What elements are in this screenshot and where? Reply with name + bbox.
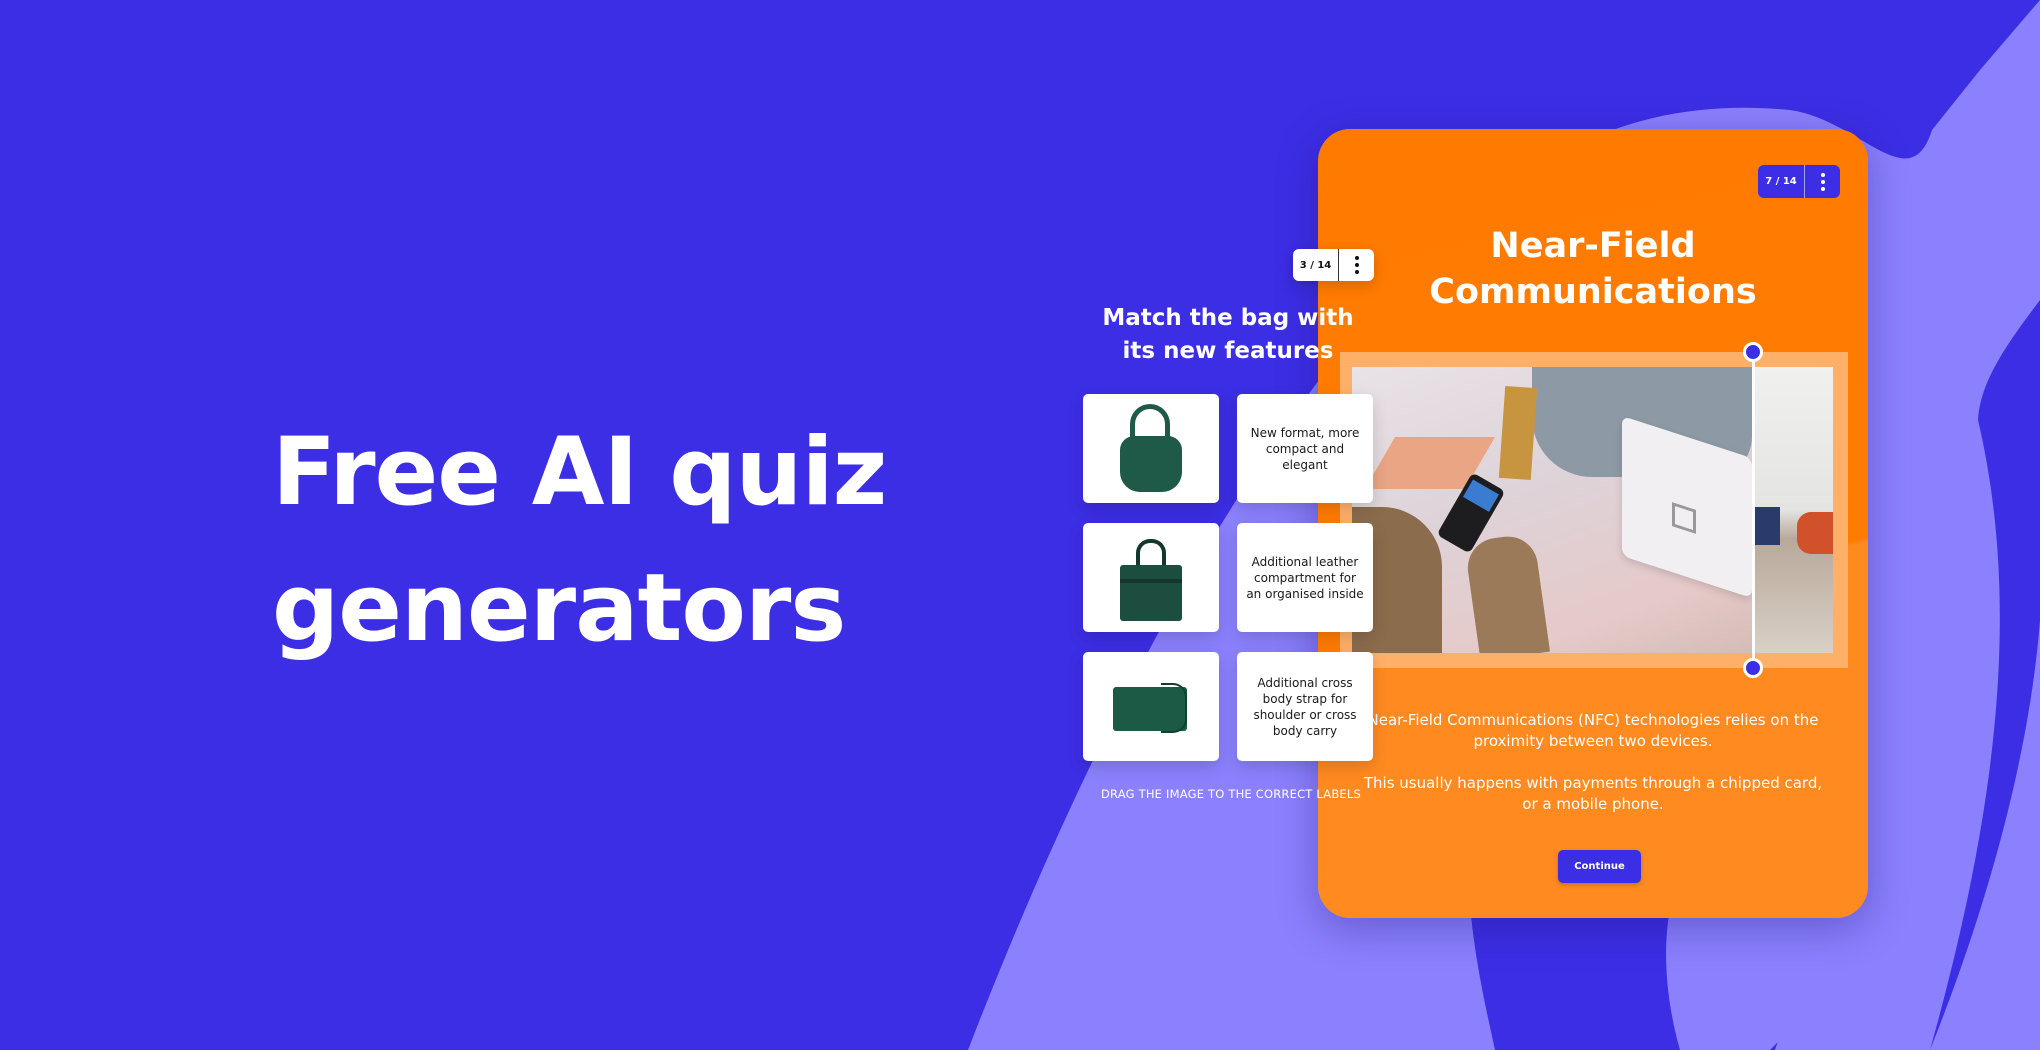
headline-line-2: generators bbox=[272, 554, 846, 663]
compare-slider-handle-bottom[interactable] bbox=[1743, 658, 1763, 678]
question-counter: 7 / 14 bbox=[1765, 176, 1797, 187]
label-tile-3[interactable]: Additional cross body strap for shoulder… bbox=[1237, 652, 1373, 761]
headline-line-1: Free AI quiz bbox=[272, 418, 887, 527]
label-tile-1[interactable]: New format, more compact and elegant bbox=[1237, 394, 1373, 503]
match-title: Match the bag with its new features bbox=[1083, 302, 1373, 368]
card-title-line-1: Near-Field bbox=[1490, 226, 1696, 266]
more-vertical-icon bbox=[1820, 172, 1825, 191]
match-options-menu-button[interactable] bbox=[1338, 249, 1374, 281]
card-title-line-2: Communications bbox=[1429, 272, 1757, 312]
hero-headline: Free AI quiz generators bbox=[272, 405, 887, 677]
draggable-image-tile-3[interactable] bbox=[1083, 652, 1219, 761]
tote-bag-image bbox=[1116, 533, 1186, 623]
body-paragraph-2: This usually happens with payments throu… bbox=[1363, 774, 1823, 813]
match-title-line-2: its new features bbox=[1122, 338, 1334, 364]
question-counter-badge: 7 / 14 bbox=[1758, 165, 1840, 198]
continue-button[interactable]: Continue bbox=[1558, 850, 1641, 883]
match-question-counter-badge: 3 / 14 bbox=[1293, 249, 1374, 281]
compare-slider-line[interactable] bbox=[1752, 352, 1755, 668]
label-tile-2[interactable]: Additional leather compartment for an or… bbox=[1237, 523, 1373, 632]
body-paragraph-1: Near-Field Communications (NFC) technolo… bbox=[1367, 711, 1819, 750]
draggable-image-tile-2[interactable] bbox=[1083, 523, 1219, 632]
hobo-bag-image bbox=[1116, 403, 1186, 494]
draggable-image-tile-1[interactable] bbox=[1083, 394, 1219, 503]
match-title-line-1: Match the bag with bbox=[1102, 305, 1354, 331]
more-vertical-icon bbox=[1354, 256, 1359, 274]
nfc-payment-photo bbox=[1352, 367, 1833, 653]
compare-slider-handle-top[interactable] bbox=[1743, 342, 1763, 362]
options-menu-button[interactable] bbox=[1804, 165, 1840, 198]
card-title: Near-Field Communications bbox=[1318, 223, 1868, 315]
match-question-counter: 3 / 14 bbox=[1299, 259, 1332, 271]
crossbody-bag-image bbox=[1111, 679, 1191, 735]
quiz-card-nfc: 7 / 14 Near-Field Communications Near-Fi… bbox=[1318, 129, 1868, 918]
drag-instruction: DRAG THE IMAGE TO THE CORRECT LABELS bbox=[1101, 787, 1361, 801]
card-body-text: Near-Field Communications (NFC) technolo… bbox=[1358, 710, 1828, 815]
